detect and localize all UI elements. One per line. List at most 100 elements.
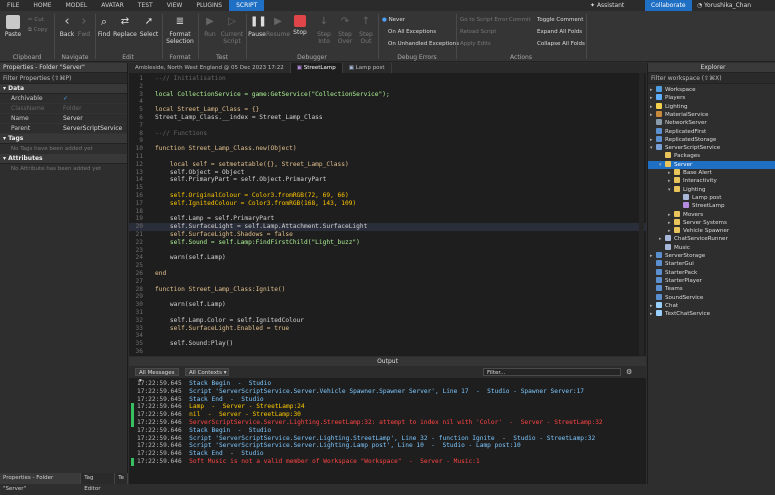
code-line[interactable]: self.Sound = self.Lamp:FindFirstChild("L… [155,239,360,246]
output-line[interactable]: 17:22:59.645 Stack End - Studio [129,396,646,404]
property-value[interactable]: ServerScriptService [60,124,127,133]
menu-test[interactable]: TEST [131,0,160,11]
output-line[interactable]: 17:22:59.645 Script 'ServerScriptService… [129,388,646,396]
explorer-item[interactable]: ▸MaterialService [650,111,708,119]
editor-scrollbar[interactable] [639,73,644,356]
code-line[interactable]: function Street_Lamp_Class.new(Object) [155,145,297,152]
paste-button[interactable]: Paste [1,15,25,38]
explorer-item[interactable]: StarterPack [650,269,697,277]
tab-terrain[interactable]: Te [115,473,128,484]
tab-streetlamp[interactable]: ▣ StreetLamp [291,63,343,73]
explorer-item[interactable]: StarterPlayer [650,277,702,285]
output-line[interactable]: 17:22:59.646 Stack Begin - Studio [129,427,646,435]
property-row[interactable]: ParentServerScriptService [0,124,127,134]
output-line[interactable]: 17:22:59.646 Stack End - Studio [129,450,646,458]
code-line[interactable]: self.Object = Object [155,169,244,176]
contexts-dropdown[interactable]: All Contexts ▾ [185,368,229,376]
explorer-item[interactable]: Lamp post [677,194,721,202]
property-row[interactable]: Archivable✓ [0,94,127,104]
tab-place[interactable]: Ambleside, North West England @ 05 Dec 2… [129,63,291,73]
debug-never-option[interactable]: ● Never [382,17,405,23]
reload-script-button[interactable]: Reload Script [460,29,496,35]
explorer-item[interactable]: StarterGui [650,260,694,268]
code-line[interactable]: local Street_Lamp_Class = {} [155,106,259,113]
collaborate-button[interactable]: Collaborate [645,0,692,11]
code-line[interactable]: --// Functions [155,130,207,137]
code-line[interactable]: Street_Lamp_Class.__index = Street_Lamp_… [155,114,323,121]
properties-filter-input[interactable]: Filter Properties (⇧⌘P) [0,73,127,84]
output-filter-input[interactable]: Filter... [483,368,621,376]
property-value[interactable]: Server [60,114,127,123]
apply-edits-button[interactable]: Apply Edits [460,41,491,47]
output-line[interactable]: 17:22:59.646 Script 'ServerScriptService… [129,435,646,443]
toggle-comment-button[interactable]: Toggle Comment [537,17,583,23]
resume-button[interactable]: ▶Resume [266,15,290,38]
explorer-item[interactable]: ▾Server [648,161,775,169]
code-line[interactable]: local self = setmetatable({}, Street_Lam… [155,161,349,168]
menu-file[interactable]: FILE [0,0,26,11]
code-line[interactable]: local CollectionService = game:GetServic… [155,91,390,98]
format-selection-button[interactable]: ≣Format Selection [165,15,195,45]
explorer-item[interactable]: ▸Base Alert [668,169,712,177]
code-line[interactable]: warn(self.Lamp) [155,254,226,261]
tab-tag-editor[interactable]: Tag Editor [81,473,115,484]
explorer-filter-input[interactable]: Filter workspace (⇧⌘X) [648,73,775,84]
stop-button[interactable]: Stop [288,15,312,36]
user-account[interactable]: ◔ Yorushika_Chan [697,0,751,11]
output-line[interactable]: 17:22:59.646 Lamp - Server - StreetLamp:… [129,403,646,411]
tab-properties[interactable]: Properties - Folder "Server" [0,473,81,484]
explorer-item[interactable]: ▾ServerScriptService [650,144,720,152]
code-line[interactable]: self.IgnitedColour = Color3.fromRGB(168,… [155,200,356,207]
explorer-item[interactable]: ▸Chat [650,302,678,310]
explorer-item[interactable]: ▸Movers [668,211,703,219]
goto-script-error-button[interactable]: Go to Script Error [460,17,508,23]
debug-all-exceptions-option[interactable]: On All Exceptions [388,29,436,35]
explorer-item[interactable]: NetworkServer [650,119,707,127]
code-line[interactable]: self.SurfaceLight.Enabled = true [155,325,289,332]
code-line[interactable]: self.OriginalColour = Color3.fromRGB(72,… [155,192,349,199]
copy-button[interactable]: ⧉ Copy [28,27,48,34]
code-line[interactable]: function Street_Lamp_Class:Ignite() [155,286,285,293]
tab-lamp-post[interactable]: ▣ Lamp post [343,63,392,73]
explorer-item[interactable]: ▾Lighting [668,186,706,194]
explorer-item[interactable]: Teams [650,285,683,293]
output-settings-icon[interactable]: ⚙ [626,368,632,376]
menu-avatar[interactable]: AVATAR [94,0,131,11]
explorer-item[interactable]: Music [659,244,690,252]
explorer-item[interactable]: ▸Workspace [650,86,696,94]
property-value[interactable]: Folder [60,104,127,113]
code-line[interactable]: self.SurfaceLight.Shadows = false [155,231,293,238]
commit-button[interactable]: Commit [509,17,531,23]
explorer-item[interactable]: ▸Interactivity [668,177,717,185]
explorer-item[interactable]: SoundService [650,294,703,302]
explorer-item[interactable]: ▸TextChatService [650,310,710,318]
explorer-item[interactable]: ReplicatedFirst [650,128,706,136]
select-button[interactable]: ➚Select [137,15,161,38]
explorer-item[interactable]: ▸ChatServiceRunner [659,235,728,243]
code-line[interactable]: end [155,270,166,277]
output-line[interactable]: 17:22:59.646 nil - Server - StreetLamp:3… [129,411,646,419]
step-out-button[interactable]: ↑Step Out [354,15,378,45]
attributes-section-header[interactable]: ▾ Attributes [0,154,127,164]
explorer-item[interactable]: ▸Vehicle Spawner [668,227,729,235]
data-section-header[interactable]: ▾ Data [0,84,127,94]
code-line[interactable]: warn(self.Lamp) [155,301,226,308]
explorer-item[interactable]: ▸ReplicatedStorage [650,136,716,144]
code-line[interactable]: self.Lamp = self.PrimaryPart [155,215,274,222]
property-row[interactable]: NameServer [0,114,127,124]
replace-button[interactable]: ⇄Replace [113,15,137,38]
menu-model[interactable]: MODEL [59,0,95,11]
property-row[interactable]: ClassNameFolder [0,104,127,114]
explorer-item[interactable]: ▸Lighting [650,103,688,111]
explorer-item[interactable]: ▸ServerStorage [650,252,705,260]
code-line[interactable]: --// Initialisation [155,75,226,82]
explorer-item[interactable]: ▸Server Systems [668,219,727,227]
expand-all-folds-button[interactable]: Expand All Folds [537,29,582,35]
messages-dropdown[interactable]: All Messages ▾ [135,368,179,376]
debug-unhandled-option[interactable]: On Unhandled Exceptions [388,41,459,47]
code-line[interactable]: self.PrimaryPart = self.Object.PrimaryPa… [155,176,326,183]
code-line[interactable]: self.SurfaceLight = self.Lamp.Attachment… [155,223,367,230]
output-line[interactable]: 17:22:59.646 ServerScriptService.Server.… [129,419,646,427]
code-line[interactable]: self.Sound:Play() [155,340,233,347]
menu-home[interactable]: HOME [26,0,58,11]
